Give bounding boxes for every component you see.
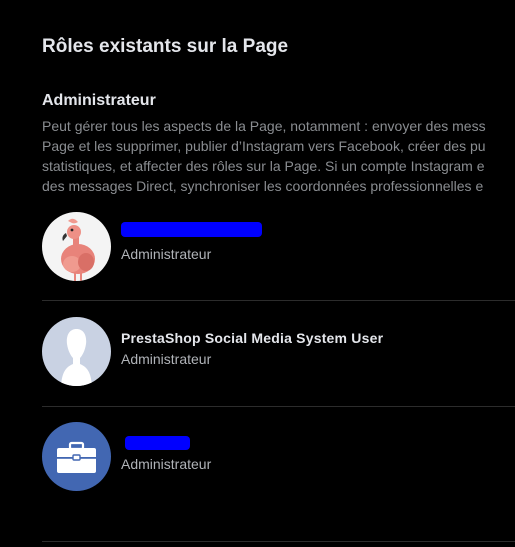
role-description: Peut gérer tous les aspects de la Page, … (42, 116, 515, 196)
divider (42, 406, 515, 407)
briefcase-icon (42, 422, 111, 491)
role-description-line: Peut gérer tous les aspects de la Page, … (42, 118, 486, 134)
flamingo-photo-icon (42, 212, 111, 281)
member-row[interactable]: Administrateur (42, 422, 515, 492)
member-name[interactable]: PrestaShop Social Media System User (121, 330, 383, 346)
member-role: Administrateur (121, 456, 212, 472)
divider (42, 541, 515, 542)
role-description-line: statistiques, et affecter des rôles sur … (42, 158, 485, 174)
page-title: Rôles existants sur la Page (42, 36, 289, 57)
role-section-title: Administrateur (42, 92, 156, 109)
avatar[interactable] (42, 317, 111, 386)
role-description-line: Page et les supprimer, publier d’Instagr… (42, 138, 486, 154)
member-role: Administrateur (121, 351, 212, 367)
member-role: Administrateur (121, 246, 212, 262)
default-user-silhouette-icon (42, 317, 111, 386)
divider (42, 300, 515, 301)
avatar[interactable] (42, 422, 111, 491)
member-row[interactable]: Administrateur (42, 212, 515, 282)
avatar[interactable] (42, 212, 111, 281)
redacted-name-overlay (125, 436, 190, 450)
role-description-line: des messages Direct, synchroniser les co… (42, 178, 484, 194)
member-row[interactable]: PrestaShop Social Media System User Admi… (42, 317, 515, 387)
redacted-name-overlay (121, 222, 262, 237)
